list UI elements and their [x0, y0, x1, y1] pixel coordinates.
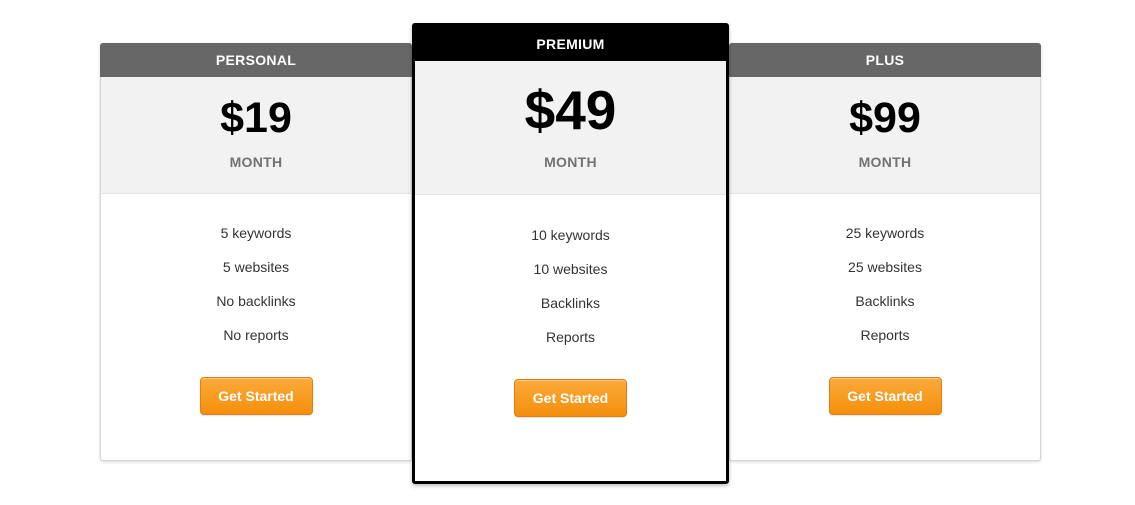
get-started-button[interactable]: Get Started — [199, 377, 313, 415]
plan-card-premium: PREMIUM $49 MONTH 10 keywords 10 website… — [412, 23, 729, 484]
feature-item: Backlinks — [855, 293, 915, 309]
price-box: $19 MONTH — [101, 77, 411, 194]
feature-item: No reports — [223, 327, 289, 343]
plan-card-plus: PLUS $99 MONTH 25 keywords 25 websites B… — [729, 43, 1041, 461]
feature-item: 25 websites — [848, 259, 922, 275]
feature-list: 10 keywords 10 websites Backlinks Report… — [415, 225, 726, 361]
plan-price: $49 — [524, 79, 617, 141]
cta-wrapper: Get Started — [415, 379, 726, 417]
plan-name: PLUS — [729, 43, 1041, 77]
price-box: $99 MONTH — [730, 77, 1040, 194]
feature-item: 10 keywords — [531, 227, 610, 243]
feature-item: Backlinks — [540, 295, 601, 311]
feature-item: 5 websites — [222, 259, 290, 275]
feature-list: 5 keywords 5 websites No backlinks No re… — [101, 223, 411, 359]
cta-wrapper: Get Started — [101, 377, 411, 415]
feature-item: No backlinks — [216, 293, 296, 309]
plan-name: PREMIUM — [415, 26, 726, 61]
pricing-table: PERSONAL $19 MONTH 5 keywords 5 websites… — [0, 0, 1135, 505]
price-box: $49 MONTH — [415, 61, 726, 195]
feature-item: 5 keywords — [220, 225, 292, 241]
get-started-button[interactable]: Get Started — [514, 379, 627, 417]
plan-card-personal: PERSONAL $19 MONTH 5 keywords 5 websites… — [100, 43, 412, 461]
plan-name: PERSONAL — [100, 43, 412, 77]
cta-wrapper: Get Started — [730, 377, 1040, 415]
get-started-button[interactable]: Get Started — [828, 377, 942, 415]
billing-period: MONTH — [229, 154, 283, 170]
billing-period: MONTH — [858, 154, 912, 170]
plan-price: $19 — [220, 94, 292, 142]
feature-item: Reports — [545, 329, 596, 345]
plan-price: $99 — [849, 94, 921, 142]
feature-item: 10 websites — [533, 261, 608, 277]
feature-item: 25 keywords — [845, 225, 925, 241]
feature-item: Reports — [860, 327, 910, 343]
feature-list: 25 keywords 25 websites Backlinks Report… — [730, 223, 1040, 359]
billing-period: MONTH — [544, 154, 597, 170]
